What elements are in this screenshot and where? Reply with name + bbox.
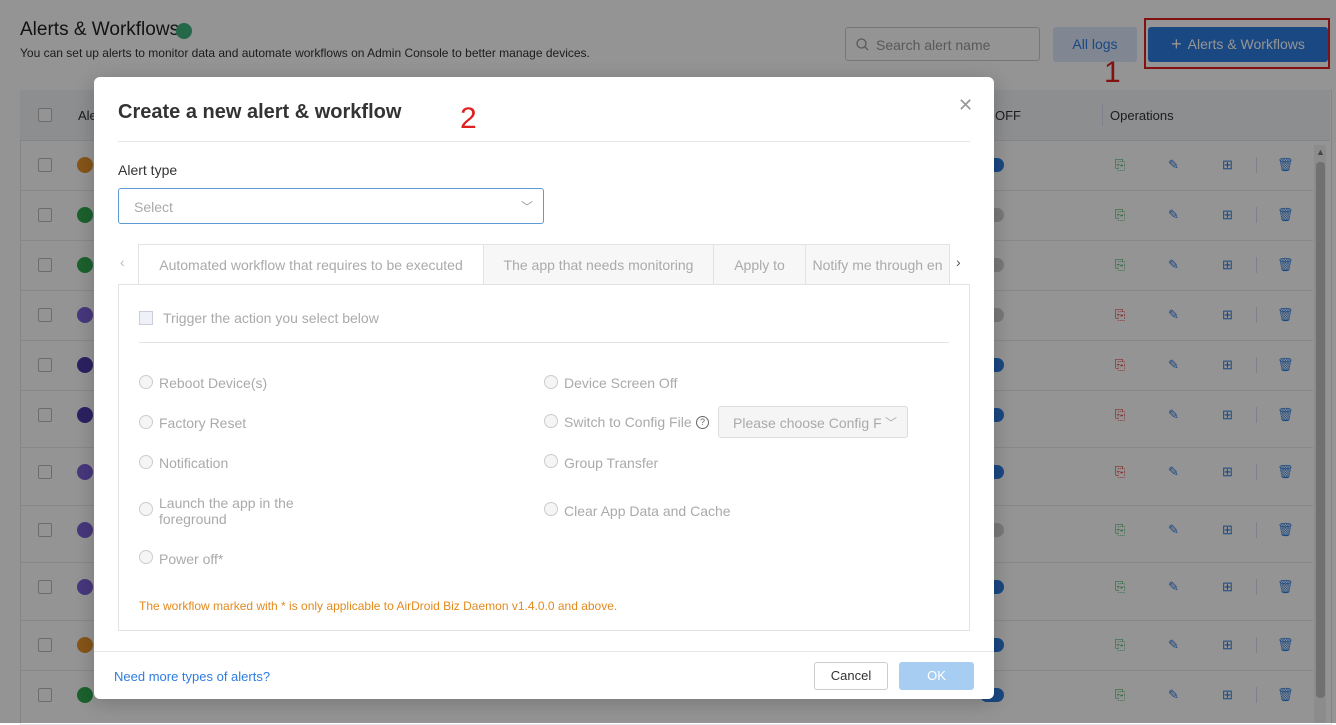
trigger-action-label: Trigger the action you select below xyxy=(163,310,379,326)
reboot-label: Reboot Device(s) xyxy=(159,375,268,391)
alert-type-placeholder: Select xyxy=(134,199,173,215)
workflow-note: The workflow marked with * is only appli… xyxy=(139,599,618,613)
factory-reset-label: Factory Reset xyxy=(159,415,247,431)
radio-notification[interactable] xyxy=(139,455,153,469)
radio-switch-config[interactable] xyxy=(544,414,558,428)
tab-next-icon[interactable]: › xyxy=(956,254,961,270)
modal-divider xyxy=(118,141,970,142)
radio-factory-reset[interactable] xyxy=(139,415,153,429)
alert-type-select[interactable]: Select ﹀ xyxy=(118,188,544,224)
help-icon[interactable]: ? xyxy=(696,416,709,429)
close-icon[interactable]: ✕ xyxy=(958,95,973,116)
tab-notify-me[interactable]: Notify me through en xyxy=(805,244,950,285)
power-off-label: Power off* xyxy=(159,551,224,567)
radio-power-off[interactable] xyxy=(139,550,153,564)
config-file-placeholder: Please choose Config File xyxy=(733,415,881,431)
clear-app-data-label: Clear App Data and Cache xyxy=(564,503,731,519)
notification-label: Notification xyxy=(159,455,229,471)
tab-app-monitoring[interactable]: The app that needs monitoring xyxy=(483,244,714,285)
cancel-button[interactable]: Cancel xyxy=(814,662,888,690)
tab-apply-to[interactable]: Apply to xyxy=(713,244,806,285)
radio-group-transfer[interactable] xyxy=(544,454,558,468)
panel-divider xyxy=(139,342,949,343)
step-2-annotation: 2 xyxy=(460,102,477,135)
more-alerts-link[interactable]: Need more types of alerts? xyxy=(114,669,270,684)
tab-prev-icon[interactable]: ‹ xyxy=(120,254,125,270)
group-transfer-label: Group Transfer xyxy=(564,455,659,471)
tab-automated-workflow[interactable]: Automated workflow that requires to be e… xyxy=(138,244,484,285)
trigger-action-checkbox[interactable] xyxy=(139,311,153,325)
footer-divider xyxy=(94,651,994,652)
launch-app-label-line2: foreground xyxy=(159,511,227,527)
config-file-select[interactable]: Please choose Config File ﹀ xyxy=(718,406,908,438)
chevron-down-icon: ﹀ xyxy=(520,200,533,214)
radio-reboot[interactable] xyxy=(139,375,153,389)
ok-button[interactable]: OK xyxy=(899,662,974,690)
switch-config-label: Switch to Config File xyxy=(564,414,692,430)
radio-clear-app-data[interactable] xyxy=(544,502,558,516)
modal-title: Create a new alert & workflow xyxy=(118,101,402,123)
radio-screen-off[interactable] xyxy=(544,375,558,389)
alert-type-label: Alert type xyxy=(118,162,178,178)
radio-launch-app[interactable] xyxy=(139,502,153,516)
chevron-down-icon: ﹀ xyxy=(884,416,897,430)
settings-tabs: ‹ Automated workflow that requires to be… xyxy=(118,244,970,285)
launch-app-label-line1: Launch the app in the xyxy=(159,495,294,511)
screen-off-label: Device Screen Off xyxy=(564,375,678,391)
